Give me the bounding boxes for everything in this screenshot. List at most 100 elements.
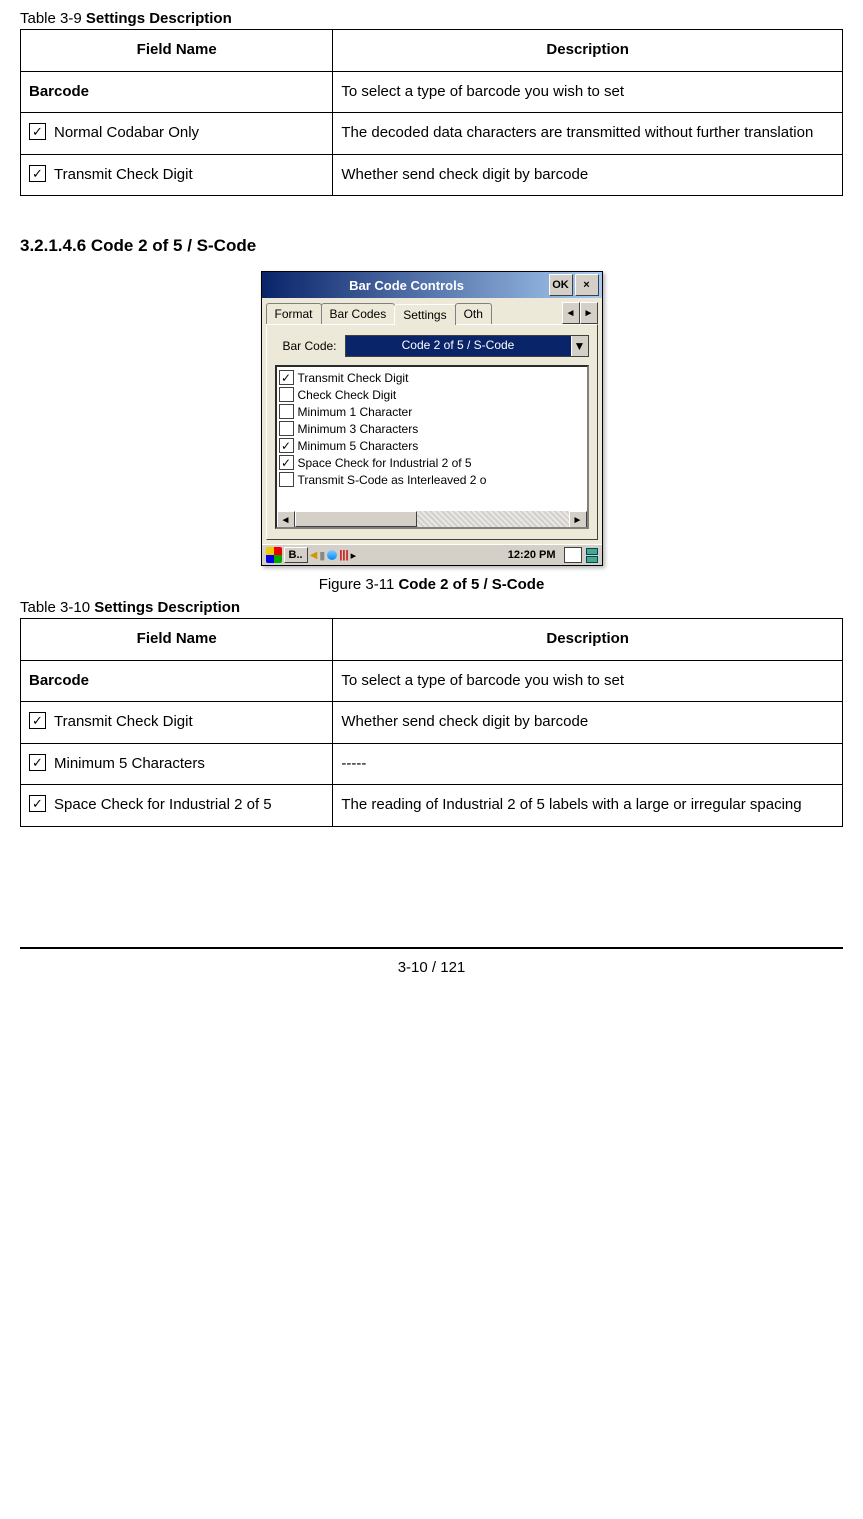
list-item-label: Transmit Check Digit xyxy=(298,371,409,385)
windows-icon[interactable] xyxy=(586,548,598,563)
table-row: Barcode To select a type of barcode you … xyxy=(21,71,843,113)
ok-button[interactable]: OK xyxy=(549,274,573,296)
tab-scroll-right[interactable]: ► xyxy=(580,302,598,324)
checkbox-icon: ✓ xyxy=(29,795,46,812)
field-label: Space Check for Industrial 2 of 5 xyxy=(54,791,272,820)
field-label: Normal Codabar Only xyxy=(54,119,199,148)
table-row: Barcode To select a type of barcode you … xyxy=(21,660,843,702)
checkbox-icon[interactable] xyxy=(279,421,294,436)
tab-format[interactable]: Format xyxy=(266,303,322,324)
list-item-label: Minimum 5 Characters xyxy=(298,439,419,453)
tab-other[interactable]: Oth xyxy=(455,303,492,324)
taskbar-task[interactable]: B.. xyxy=(284,547,308,563)
table-row: ✓ Normal Codabar Only The decoded data c… xyxy=(21,113,843,155)
field-desc: To select a type of barcode you wish to … xyxy=(333,71,843,113)
tray-icon: ▮ xyxy=(319,549,325,562)
list-item[interactable]: Check Check Digit xyxy=(279,386,585,403)
table-row: ✓ Minimum 5 Characters ----- xyxy=(21,743,843,785)
dropdown-icon[interactable]: ▼ xyxy=(571,336,588,356)
barcode-combo[interactable]: Code 2 of 5 / S-Code ▼ xyxy=(345,335,589,357)
table9-header-desc: Description xyxy=(333,30,843,72)
table9: Field Name Description Barcode To select… xyxy=(20,29,843,196)
settings-panel: Bar Code: Code 2 of 5 / S-Code ▼ ✓ Transm… xyxy=(266,324,598,540)
table9-caption-prefix: Table 3-9 xyxy=(20,10,86,27)
tab-settings[interactable]: Settings xyxy=(394,304,455,325)
table10-caption: Table 3-10 Settings Description xyxy=(20,599,843,616)
figure-dialog-wrap: Bar Code Controls OK × Format Bar Codes … xyxy=(20,271,843,566)
table10-caption-prefix: Table 3-10 xyxy=(20,599,94,616)
checkbox-icon: ✓ xyxy=(29,165,46,182)
start-icon[interactable] xyxy=(266,547,282,563)
field-desc: Whether send check digit by barcode xyxy=(333,702,843,744)
field-label: Transmit Check Digit xyxy=(54,161,193,190)
list-item-label: Transmit S-Code as Interleaved 2 o xyxy=(298,473,487,487)
list-item[interactable]: ✓ Minimum 5 Characters xyxy=(279,437,585,454)
tray-icon xyxy=(327,550,337,560)
figure11-prefix: Figure 3-11 xyxy=(319,576,399,593)
tray-icon: ||| xyxy=(339,549,348,561)
tab-scroll: ◄ ► xyxy=(562,302,598,324)
checkbox-icon[interactable] xyxy=(279,472,294,487)
checkbox-icon: ✓ xyxy=(29,754,46,771)
list-item[interactable]: ✓ Transmit Check Digit xyxy=(279,369,585,386)
scroll-thumb[interactable] xyxy=(295,511,417,527)
field-desc: To select a type of barcode you wish to … xyxy=(333,660,843,702)
field-label: Transmit Check Digit xyxy=(54,708,193,737)
horizontal-scrollbar[interactable]: ◄ ► xyxy=(277,511,587,527)
field-label: Barcode xyxy=(29,672,89,689)
tray-separator: ▸ xyxy=(351,549,357,562)
table10-header-desc: Description xyxy=(333,619,843,661)
checkbox-icon[interactable]: ✓ xyxy=(279,455,294,470)
list-item[interactable]: ✓ Space Check for Industrial 2 of 5 xyxy=(279,454,585,471)
barcode-label: Bar Code: xyxy=(275,339,345,353)
checkbox-icon[interactable] xyxy=(279,404,294,419)
footer-divider xyxy=(20,947,843,949)
figure11-caption: Figure 3-11 Code 2 of 5 / S-Code xyxy=(20,576,843,593)
table9-caption: Table 3-9 Settings Description xyxy=(20,10,843,27)
checkbox-icon: ✓ xyxy=(29,712,46,729)
field-label: Minimum 5 Characters xyxy=(54,750,205,779)
taskbar: B.. ◀ ▮ ||| ▸ 12:20 PM xyxy=(262,544,602,565)
titlebar: Bar Code Controls OK × xyxy=(262,272,602,298)
table10-caption-bold: Settings Description xyxy=(94,599,240,616)
settings-listbox[interactable]: ✓Transmit Check Digit Check Check Digit … xyxy=(275,365,589,529)
close-button[interactable]: × xyxy=(575,274,599,296)
section-heading: 3.2.1.4.6 Code 2 of 5 / S-Code xyxy=(20,236,843,256)
table-row: ✓ Transmit Check Digit Whether send chec… xyxy=(21,154,843,196)
field-desc: The decoded data characters are transmit… xyxy=(333,113,843,155)
table10: Field Name Description Barcode To select… xyxy=(20,618,843,827)
list-item[interactable]: Minimum 1 Character xyxy=(279,403,585,420)
list-item-label: Minimum 3 Characters xyxy=(298,422,419,436)
checkbox-icon[interactable]: ✓ xyxy=(279,438,294,453)
tab-scroll-left[interactable]: ◄ xyxy=(562,302,580,324)
list-item[interactable]: Transmit S-Code as Interleaved 2 o xyxy=(279,471,585,488)
list-item[interactable]: Minimum 3 Characters xyxy=(279,420,585,437)
keyboard-icon[interactable] xyxy=(564,547,582,563)
barcode-controls-dialog: Bar Code Controls OK × Format Bar Codes … xyxy=(261,271,603,566)
table-row: ✓ Transmit Check Digit Whether send chec… xyxy=(21,702,843,744)
page-number: 3-10 / 121 xyxy=(20,959,843,976)
table-row: ✓ Space Check for Industrial 2 of 5 The … xyxy=(21,785,843,827)
tab-bar: Format Bar Codes Settings Oth ◄ ► xyxy=(262,298,602,324)
list-item-label: Space Check for Industrial 2 of 5 xyxy=(298,456,472,470)
table9-header-field: Field Name xyxy=(21,30,333,72)
field-label: Barcode xyxy=(29,83,89,100)
field-desc: Whether send check digit by barcode xyxy=(333,154,843,196)
checkbox-icon: ✓ xyxy=(29,123,46,140)
list-item-label: Check Check Digit xyxy=(298,388,397,402)
table10-header-field: Field Name xyxy=(21,619,333,661)
figure11-bold: Code 2 of 5 / S-Code xyxy=(398,576,544,593)
table9-caption-bold: Settings Description xyxy=(86,10,232,27)
scroll-track[interactable] xyxy=(295,511,569,527)
checkbox-icon[interactable] xyxy=(279,387,294,402)
taskbar-clock: 12:20 PM xyxy=(504,549,560,561)
checkbox-icon[interactable]: ✓ xyxy=(279,370,294,385)
list-item-label: Minimum 1 Character xyxy=(298,405,413,419)
scroll-right-button[interactable]: ► xyxy=(569,511,587,529)
tab-barcodes[interactable]: Bar Codes xyxy=(321,303,396,324)
window-title: Bar Code Controls xyxy=(265,278,547,293)
tray-icon: ◀ xyxy=(310,550,318,561)
field-desc: The reading of Industrial 2 of 5 labels … xyxy=(333,785,843,827)
field-desc: ----- xyxy=(333,743,843,785)
scroll-left-button[interactable]: ◄ xyxy=(277,511,295,529)
